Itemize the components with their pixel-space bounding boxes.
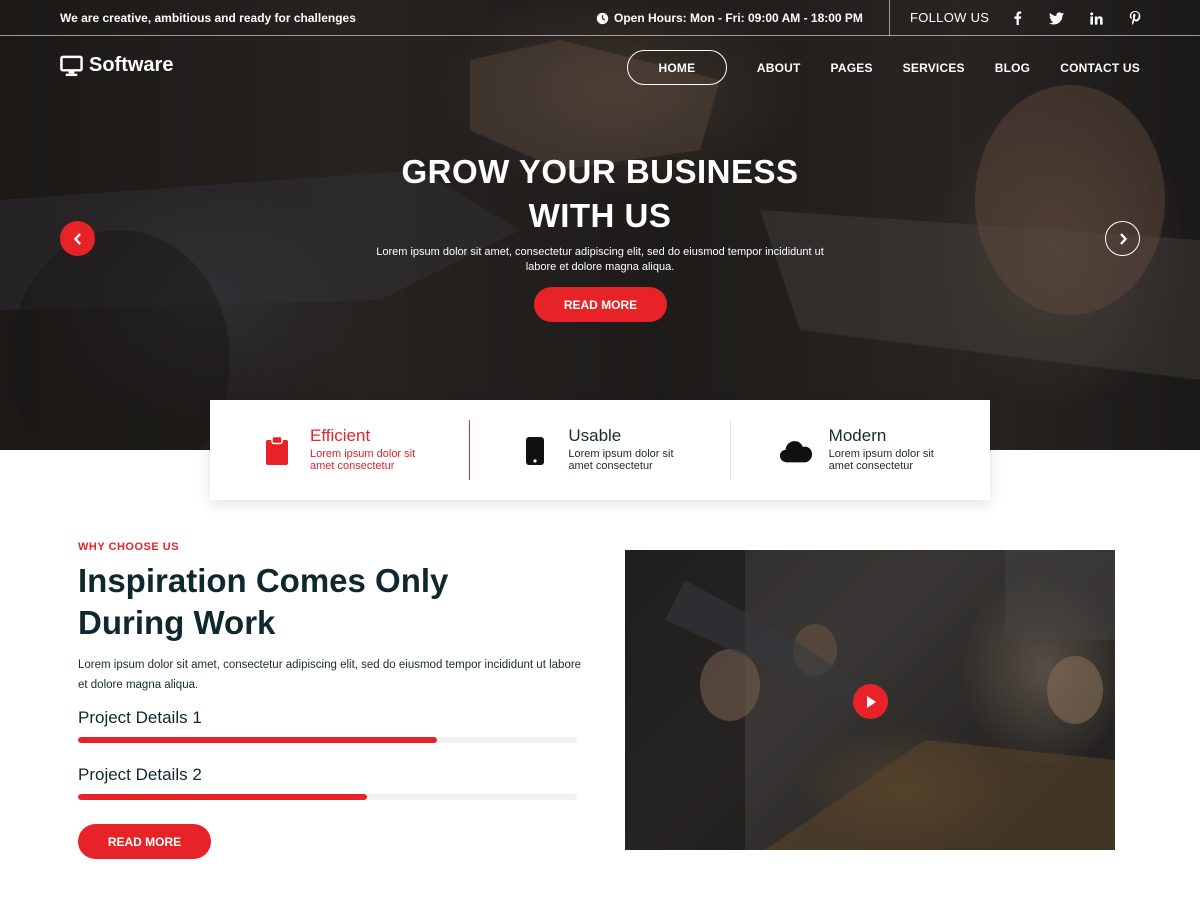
play-icon xyxy=(866,695,876,708)
nav-services[interactable]: SERVICES xyxy=(903,61,965,75)
section-title: Inspiration Comes Only During Work xyxy=(78,560,578,644)
open-hours-text: Open Hours: Mon - Fri: 09:00 AM - 18:00 … xyxy=(614,11,863,25)
feature-description: Lorem ipsum dolor sit amet consectetur xyxy=(310,448,416,472)
chevron-right-icon xyxy=(1119,232,1127,245)
feature-efficient[interactable]: Efficient Lorem ipsum dolor sit amet con… xyxy=(210,420,469,480)
section-title-line-1: Inspiration Comes Only xyxy=(78,562,449,599)
feature-modern[interactable]: Modern Lorem ipsum dolor sit amet consec… xyxy=(731,420,990,480)
video-thumbnail[interactable] xyxy=(625,550,1115,850)
progress-fill-2 xyxy=(78,794,368,800)
cloud-icon xyxy=(779,434,813,468)
follow-us-label: FOLLOW US xyxy=(910,10,990,25)
feature-title: Usable xyxy=(568,426,622,445)
pinterest-icon[interactable] xyxy=(1127,10,1143,26)
nav-home[interactable]: HOME xyxy=(626,50,727,85)
feature-description: Lorem ipsum dolor sit amet consectetur xyxy=(568,448,674,472)
feature-title: Modern xyxy=(828,426,887,445)
feature-description: Lorem ipsum dolor sit amet consectetur xyxy=(828,448,934,472)
about-read-more-button[interactable]: READ MORE xyxy=(78,824,211,859)
progress-track-1 xyxy=(78,737,577,743)
twitter-icon[interactable] xyxy=(1048,10,1064,26)
slider-next-button[interactable] xyxy=(1105,221,1140,256)
features-bar: Efficient Lorem ipsum dolor sit amet con… xyxy=(210,400,990,500)
feature-usable[interactable]: Usable Lorem ipsum dolor sit amet consec… xyxy=(470,420,729,480)
nav-blog[interactable]: BLOG xyxy=(995,61,1030,75)
slider-prev-button[interactable] xyxy=(60,221,95,256)
mobile-icon xyxy=(518,434,552,468)
open-hours: Open Hours: Mon - Fri: 09:00 AM - 18:00 … xyxy=(596,11,863,25)
nav-about[interactable]: ABOUT xyxy=(757,61,801,75)
progress-fill-1 xyxy=(78,737,438,743)
monitor-icon xyxy=(60,55,83,76)
project-label-2: Project Details 2 xyxy=(78,765,202,784)
nav-pages[interactable]: PAGES xyxy=(831,61,873,75)
section-title-line-2: During Work xyxy=(78,604,276,641)
project-label-1: Project Details 1 xyxy=(78,708,202,727)
clock-icon xyxy=(596,12,609,24)
nav-contact-us[interactable]: CONTACT US xyxy=(1060,61,1140,75)
linkedin-icon[interactable] xyxy=(1088,10,1104,26)
topbar-divider xyxy=(889,0,890,36)
play-button[interactable] xyxy=(853,684,888,719)
top-bar: We are creative, ambitious and ready for… xyxy=(0,0,1200,36)
progress-track-2 xyxy=(78,794,577,800)
main-nav: HOME ABOUT PAGES SERVICES BLOG CONTACT U… xyxy=(626,50,1140,85)
tagline: We are creative, ambitious and ready for… xyxy=(60,11,356,25)
hero-title-line-1: GROW YOUR BUSINESS xyxy=(401,153,799,190)
hero-title: GROW YOUR BUSINESS WITH US xyxy=(300,150,900,238)
facebook-icon[interactable] xyxy=(1009,10,1025,26)
hero-description: Lorem ipsum dolor sit amet, consectetur … xyxy=(376,246,824,273)
chevron-left-icon xyxy=(73,232,81,245)
logo-text: Software xyxy=(89,54,174,76)
site-logo[interactable]: Software xyxy=(60,54,173,77)
section-eyebrow: WHY CHOOSE US xyxy=(78,541,180,553)
feature-title: Efficient xyxy=(310,426,371,445)
hero-title-line-2: WITH US xyxy=(528,197,672,234)
section-description: Lorem ipsum dolor sit amet, consectetur … xyxy=(78,659,582,691)
clipboard-icon xyxy=(260,434,294,468)
hero-read-more-button[interactable]: READ MORE xyxy=(534,287,667,322)
